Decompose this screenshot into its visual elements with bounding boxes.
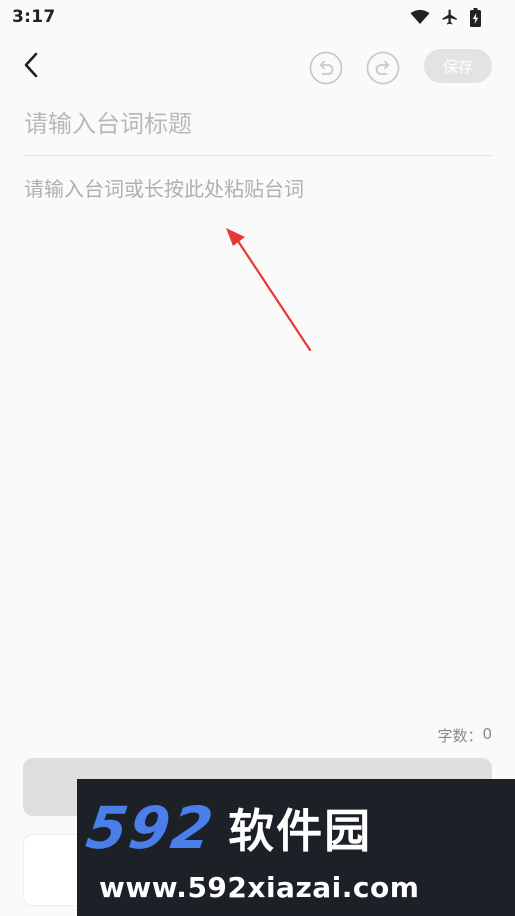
status-icons: [410, 7, 481, 27]
airplane-icon: [441, 8, 459, 26]
undo-icon: [309, 51, 343, 89]
watermark: 592 软件园 www.592xiazai.com: [77, 779, 515, 916]
word-count-label: 字数：: [437, 727, 483, 745]
watermark-number: 592: [82, 794, 219, 862]
watermark-url: www.592xiazai.com: [99, 871, 420, 904]
word-count-value: 0: [482, 725, 492, 743]
script-title-input[interactable]: [24, 102, 492, 146]
title-divider: [24, 155, 492, 156]
word-count: 字数： 0: [437, 725, 492, 746]
wifi-icon: [410, 9, 430, 25]
status-time: 3:17: [12, 7, 56, 27]
toolbar: 保存: [0, 44, 515, 90]
chevron-left-icon: [23, 52, 39, 82]
undo-button[interactable]: [309, 51, 343, 85]
redo-icon: [366, 51, 400, 89]
watermark-name: 软件园: [228, 804, 373, 858]
annotation-arrow-icon: [226, 228, 312, 352]
redo-button[interactable]: [366, 51, 400, 85]
save-button[interactable]: 保存: [424, 49, 492, 83]
watermark-logo: 592 软件园: [82, 793, 373, 863]
back-button[interactable]: [16, 50, 46, 84]
status-bar: 3:17: [0, 0, 515, 34]
battery-charging-icon: [470, 7, 481, 27]
